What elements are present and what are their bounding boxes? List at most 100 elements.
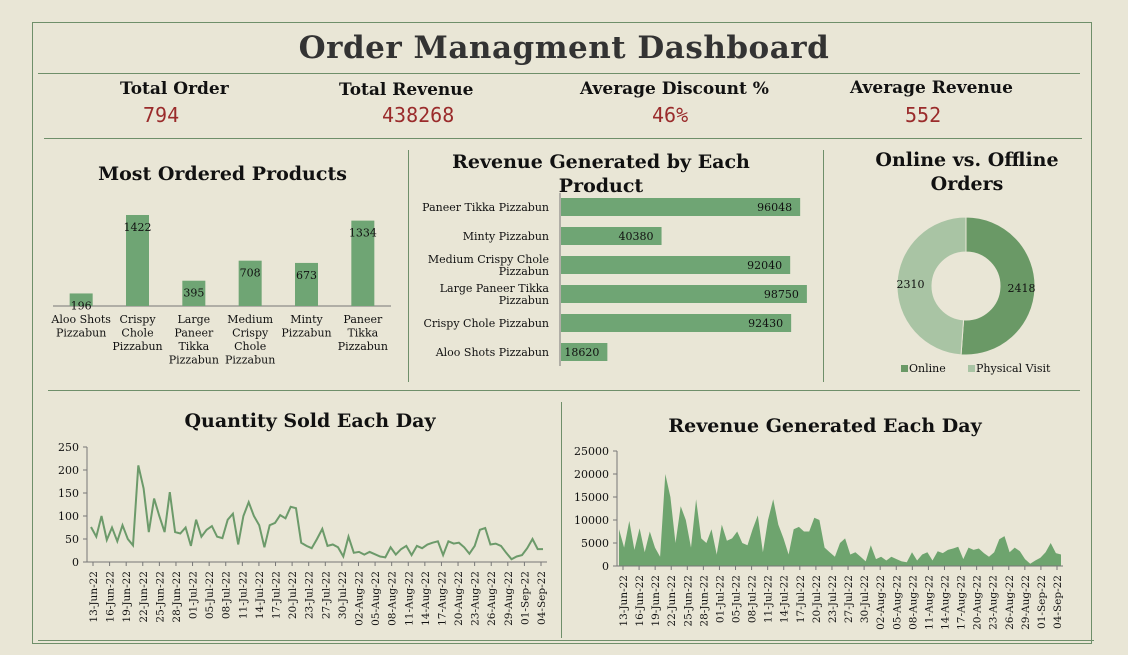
x-tick-label: 23-Jul-22 [827, 575, 839, 623]
bar-data-label: 708 [240, 267, 261, 280]
x-tick-label: 30-Jul-22 [859, 575, 871, 623]
x-tick-label: 17-Jul-22 [271, 571, 283, 619]
x-tick-label: 04-Sep-22 [1052, 575, 1064, 629]
y-tick-label: 25000 [574, 445, 609, 458]
bar-data-label: 395 [183, 287, 204, 300]
x-tick-label: 17-Jul-22 [795, 575, 807, 623]
x-tick-label: 22-Jun-22 [138, 571, 150, 623]
x-tick-label: 20-Jul-22 [287, 571, 299, 619]
y-tick-label: 250 [58, 441, 79, 454]
bar-category-label: Paneer [174, 327, 214, 340]
revenue-by-product-chart: 96048 Paneer Tikka Pizzabun 40380 Minty Piz… [422, 193, 807, 366]
x-tick-label: 28-Jun-22 [698, 575, 710, 627]
donut-data-label: 2310 [897, 278, 925, 291]
bar-data-label: 673 [296, 269, 317, 282]
hbar-data-label: 18620 [564, 346, 599, 359]
bar-category-label: Crispy [119, 313, 156, 326]
hbar-category-label: Crispy Chole Pizzabun [423, 317, 549, 330]
quantity-sold-chart: 0 50 100 150 200 250 13-Jun-22 16-Jun-22 19-Jun-… [58, 441, 548, 626]
bar-category-label: Aloo Shots [50, 313, 111, 326]
x-tick-label: 14-Aug-22 [939, 575, 951, 630]
x-tick-label: 11-Jul-22 [763, 575, 775, 623]
x-tick-label: 01-Sep-22 [519, 571, 531, 625]
x-tick-label: 16-Jun-22 [105, 571, 117, 623]
bar-category-label: Chole [121, 327, 153, 340]
hbar-category-label: Paneer Tikka Pizzabun [422, 201, 549, 214]
x-tick-label: 02-Aug-22 [353, 571, 365, 626]
legend-label: Physical Visit [976, 362, 1051, 375]
revenue-each-day-chart: 0 5000 10000 15000 20000 25000 13-Jun-22 16-Jun… [574, 445, 1064, 630]
x-tick-label: 02-Aug-22 [875, 575, 887, 630]
x-tick-label: 04-Sep-22 [536, 571, 548, 625]
bar-category-label: Pizzabun [338, 340, 388, 353]
hbar-data-label: 98750 [764, 288, 799, 301]
hbar-category-label: Pizzabun [499, 294, 549, 307]
x-tick-label: 08-Jul-22 [221, 571, 233, 619]
y-tick-label: 0 [72, 556, 79, 569]
most-ordered-chart: 196Aloo ShotsPizzabun1422CrispyCholePizz… [50, 214, 391, 367]
legend-label: Online [909, 362, 946, 375]
x-tick-label: 23-Aug-22 [470, 571, 482, 626]
x-tick-label: 16-Jun-22 [634, 575, 646, 627]
y-tick-label: 15000 [574, 491, 609, 504]
hbar-category-label: Pizzabun [499, 265, 549, 278]
y-tick-label: 10000 [574, 514, 609, 527]
bar-data-label: 1422 [124, 221, 152, 234]
x-tick-label: 05-Aug-22 [891, 575, 903, 630]
x-tick-label: 19-Jun-22 [121, 571, 133, 623]
hbar-data-label: 92040 [747, 259, 782, 272]
y-tick-label: 50 [65, 533, 79, 546]
bar-category-label: Pizzabun [169, 354, 219, 367]
charts-canvas: 196Aloo ShotsPizzabun1422CrispyCholePizz… [50, 193, 1064, 630]
bar-category-label: Pizzabun [281, 327, 331, 340]
x-tick-label: 25-Jun-22 [154, 571, 166, 623]
x-tick-label: 13-Jun-22 [618, 575, 630, 627]
donut-data-label: 2418 [1007, 282, 1035, 295]
x-tick-label: 27-Jul-22 [843, 575, 855, 623]
bar-category-label: Tikka [178, 340, 209, 353]
x-tick-label: 20-Aug-22 [453, 571, 465, 626]
y-tick-label: 150 [58, 487, 79, 500]
hbar-category-label: Aloo Shots Pizzabun [435, 346, 549, 359]
x-tick-label: 20-Jul-22 [811, 575, 823, 623]
bar-category-label: Crispy [232, 327, 269, 340]
x-tick-label: 29-Aug-22 [503, 571, 515, 626]
hbar-data-label: 96048 [757, 201, 792, 214]
bar-category-label: Minty [290, 313, 323, 326]
x-tick-label: 27-Jul-22 [320, 571, 332, 619]
x-tick-label: 11-Aug-22 [923, 575, 935, 630]
online-offline-chart: 2418 2310 Online Physical Visit [896, 216, 1051, 375]
bar-category-label: Pizzabun [56, 327, 106, 340]
bar-category-label: Pizzabun [225, 354, 275, 367]
x-tick-label: 11-Jul-22 [237, 571, 249, 619]
y-tick-label: 100 [58, 510, 79, 523]
quantity-line [90, 465, 543, 561]
bar-data-label: 1334 [349, 227, 377, 240]
x-tick-label: 05-Jul-22 [731, 575, 743, 623]
x-tick-label: 14-Jul-22 [254, 571, 266, 619]
bar-category-label: Large [177, 313, 210, 326]
x-tick-label: 22-Jun-22 [666, 575, 678, 627]
y-tick-label: 0 [602, 560, 609, 573]
x-tick-label: 19-Jun-22 [650, 575, 662, 627]
hbar-data-label: 40380 [619, 230, 654, 243]
x-tick-label: 14-Jul-22 [779, 575, 791, 623]
y-tick-label: 200 [58, 464, 79, 477]
x-tick-label: 26-Aug-22 [1004, 575, 1016, 630]
revenue-area [619, 474, 1061, 566]
x-tick-label: 05-Aug-22 [370, 571, 382, 626]
bar-category-label: Chole [234, 340, 266, 353]
x-tick-label: 29-Aug-22 [1020, 575, 1032, 630]
hbar-data-label: 92430 [748, 317, 783, 330]
bar-category-label: Paneer [343, 313, 383, 326]
bar-category-label: Medium [227, 313, 273, 326]
legend-swatch [968, 365, 975, 372]
x-tick-label: 05-Jul-22 [204, 571, 216, 619]
legend-swatch [901, 365, 908, 372]
hbar-category-label: Minty Pizzabun [463, 230, 549, 243]
x-tick-label: 23-Jul-22 [304, 571, 316, 619]
x-tick-label: 01-Jul-22 [714, 575, 726, 623]
y-tick-label: 5000 [581, 537, 609, 550]
x-tick-label: 17-Aug-22 [956, 575, 968, 630]
x-tick-label: 28-Jun-22 [171, 571, 183, 623]
